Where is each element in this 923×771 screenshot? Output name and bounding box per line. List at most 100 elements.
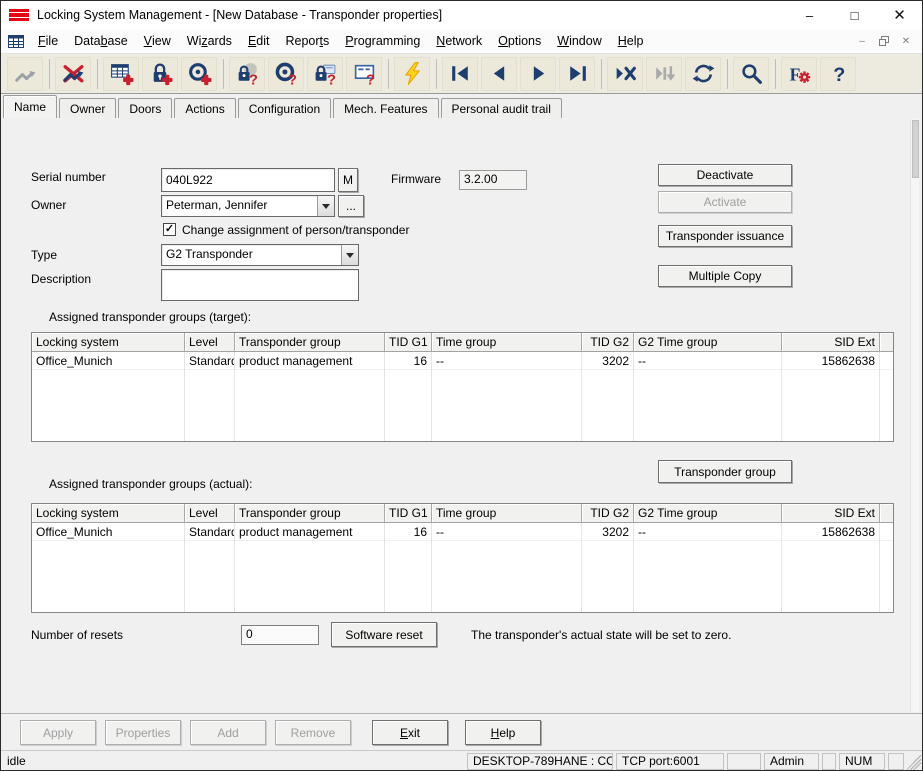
menu-item-window[interactable]: Window — [549, 29, 609, 53]
toolbar-button-refresh[interactable] — [685, 57, 721, 91]
table-cell[interactable]: 15862638 — [782, 523, 879, 541]
toolbar-button-next-record[interactable] — [520, 57, 556, 91]
column-header[interactable]: SID Ext — [782, 504, 880, 523]
table-cell[interactable]: Office_Munich — [32, 352, 184, 370]
scrollbar-thumb[interactable] — [912, 120, 919, 178]
multiple-copy-button[interactable]: Multiple Copy — [658, 265, 792, 287]
exit-button[interactable]: Exit — [372, 720, 448, 745]
column-header[interactable]: Transponder group — [235, 333, 385, 352]
table-cell[interactable]: Office_Munich — [32, 523, 184, 541]
toolbar-button-disconnect[interactable] — [55, 57, 91, 91]
table-cell[interactable]: -- — [432, 523, 581, 541]
owner-browse-button[interactable]: ... — [338, 195, 364, 217]
column-header[interactable]: TID G1 — [385, 333, 432, 352]
apply-button[interactable]: Apply — [20, 720, 96, 745]
table-cell[interactable]: Standard — [185, 523, 234, 541]
serial-number-input[interactable] — [161, 168, 335, 192]
column-header[interactable]: Locking system — [32, 333, 185, 352]
toolbar-button-read-lock[interactable]: ? — [229, 57, 265, 91]
maximize-button[interactable]: □ — [832, 1, 877, 29]
owner-select[interactable]: Peterman, Jennifer — [161, 195, 335, 217]
toolbar-button-read-transponder[interactable]: ? — [268, 57, 304, 91]
close-button[interactable]: ✕ — [877, 1, 922, 29]
toolbar-button-help[interactable]: ? — [820, 57, 856, 91]
table-cell[interactable] — [880, 352, 893, 370]
remove-button[interactable]: Remove — [275, 720, 351, 745]
tab-personal-audit-trail[interactable]: Personal audit trail — [441, 98, 562, 118]
properties-button[interactable]: Properties — [105, 720, 181, 745]
column-header[interactable]: Time group — [432, 333, 582, 352]
column-header[interactable] — [880, 333, 893, 352]
toolbar-button-delete-record[interactable] — [607, 57, 643, 91]
column-header[interactable]: Level — [185, 333, 235, 352]
table-cell[interactable]: 3202 — [582, 523, 633, 541]
vertical-scrollbar[interactable] — [910, 118, 919, 712]
software-reset-button[interactable]: Software reset — [331, 622, 437, 647]
menu-item-view[interactable]: View — [136, 29, 179, 53]
help-button[interactable]: Help — [465, 720, 541, 745]
column-header[interactable]: G2 Time group — [634, 333, 782, 352]
menu-item-programming[interactable]: Programming — [337, 29, 428, 53]
transponder-group-button[interactable]: Transponder group — [658, 460, 792, 483]
table-cell[interactable]: -- — [634, 352, 781, 370]
column-header[interactable]: Level — [185, 504, 235, 523]
table-cell[interactable]: product management — [235, 352, 384, 370]
table-cell[interactable]: 15862638 — [782, 352, 879, 370]
table-cell[interactable]: product management — [235, 523, 384, 541]
toolbar-button-execute[interactable] — [646, 57, 682, 91]
m-button[interactable]: M — [338, 168, 358, 192]
toolbar-button-read-lock-g1[interactable]: ? — [307, 57, 343, 91]
tab-name[interactable]: Name — [3, 95, 57, 118]
transponder-issuance-button[interactable]: Transponder issuance — [658, 225, 792, 247]
menu-item-reports[interactable]: Reports — [277, 29, 337, 53]
chevron-down-icon[interactable] — [317, 196, 334, 216]
menu-item-help[interactable]: Help — [610, 29, 652, 53]
toolbar-button-filter-settings[interactable]: F — [781, 57, 817, 91]
table-cell[interactable]: 3202 — [582, 352, 633, 370]
tab-owner[interactable]: Owner — [59, 98, 116, 118]
change-assignment-checkbox[interactable]: ✓ — [163, 223, 176, 236]
table-cell[interactable]: Standard — [185, 352, 234, 370]
menu-item-file[interactable]: File — [30, 29, 66, 53]
activate-button[interactable]: Activate — [658, 191, 792, 213]
tab-mech-features[interactable]: Mech. Features — [333, 98, 438, 118]
table-cell[interactable]: 16 — [385, 352, 431, 370]
tab-doors[interactable]: Doors — [118, 98, 172, 118]
column-header[interactable]: G2 Time group — [634, 504, 782, 523]
table-cell[interactable]: -- — [634, 523, 781, 541]
menu-item-database[interactable]: Database — [66, 29, 136, 53]
toolbar-button-jump[interactable] — [7, 57, 43, 91]
table-cell[interactable] — [880, 523, 893, 541]
column-header[interactable] — [880, 504, 893, 523]
toolbar-button-first-record[interactable] — [442, 57, 478, 91]
mdi-close-button[interactable]: ✕ — [898, 34, 914, 48]
toolbar-button-search[interactable] — [733, 57, 769, 91]
deactivate-button[interactable]: Deactivate — [658, 164, 792, 186]
column-header[interactable]: TID G1 — [385, 504, 432, 523]
description-input[interactable] — [161, 269, 359, 301]
mdi-restore-button[interactable] — [876, 34, 892, 48]
menu-item-wizards[interactable]: Wizards — [179, 29, 240, 53]
column-header[interactable]: TID G2 — [582, 504, 634, 523]
toolbar-button-programming[interactable] — [394, 57, 430, 91]
column-header[interactable]: Locking system — [32, 504, 185, 523]
column-header[interactable]: SID Ext — [782, 333, 880, 352]
tab-configuration[interactable]: Configuration — [238, 98, 331, 118]
toolbar-button-new-transponder[interactable] — [181, 57, 217, 91]
menu-item-options[interactable]: Options — [490, 29, 549, 53]
chevron-down-icon[interactable] — [341, 245, 358, 265]
toolbar-button-test[interactable]: ? — [346, 57, 382, 91]
toolbar-button-new-locking-system[interactable] — [103, 57, 139, 91]
minimize-button[interactable]: – — [787, 1, 832, 29]
add-button[interactable]: Add — [190, 720, 266, 745]
toolbar-button-new-lock[interactable] — [142, 57, 178, 91]
mdi-minimize-button[interactable]: – — [854, 34, 870, 48]
column-header[interactable]: Time group — [432, 504, 582, 523]
table-cell[interactable]: -- — [432, 352, 581, 370]
type-select[interactable]: G2 Transponder — [161, 244, 359, 266]
resize-grip[interactable] — [907, 753, 921, 770]
column-header[interactable]: Transponder group — [235, 504, 385, 523]
menu-item-network[interactable]: Network — [428, 29, 490, 53]
tab-actions[interactable]: Actions — [174, 98, 235, 118]
toolbar-button-previous-record[interactable] — [481, 57, 517, 91]
